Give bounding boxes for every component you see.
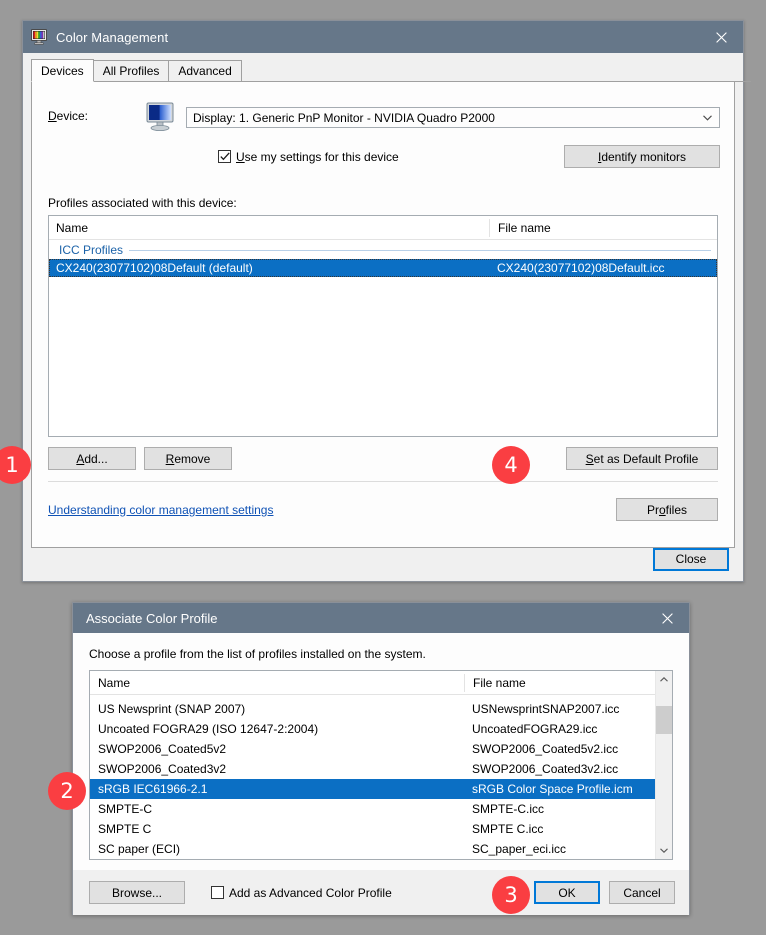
- profile-name: SMPTE-C: [98, 802, 152, 816]
- profile-name: sRGB IEC61966-2.1: [98, 782, 208, 796]
- list-item[interactable]: SC paper (ECI) SC_paper_eci.icc: [90, 839, 655, 859]
- identify-monitors-button[interactable]: Identify monitors: [564, 145, 720, 168]
- close-icon[interactable]: [699, 21, 743, 53]
- dialog-body: Choose a profile from the list of profil…: [73, 633, 689, 870]
- remove-button[interactable]: Remove: [144, 447, 232, 470]
- profile-actions-row: Add... Remove Set as Default Profile: [32, 437, 734, 470]
- profile-name: SWOP2006_Coated5v2: [98, 742, 227, 756]
- list-item-selected[interactable]: sRGB IEC61966-2.1 sRGB Color Space Profi…: [90, 779, 655, 799]
- help-row: Understanding color management settings …: [32, 482, 734, 521]
- column-header-file[interactable]: File name: [489, 218, 717, 237]
- chevron-up-icon[interactable]: [656, 671, 673, 688]
- add-button[interactable]: Add...: [48, 447, 136, 470]
- associated-profiles-list[interactable]: Name File name ICC Profiles CX240(230771…: [48, 215, 718, 437]
- profile-file: USNewsprintSNAP2007.icc: [472, 702, 620, 716]
- group-header-icc-profiles: ICC Profiles: [49, 240, 717, 259]
- profile-name: SC paper (ECI): [98, 842, 181, 856]
- advanced-profile-checkbox[interactable]: [211, 886, 224, 899]
- dialog-title: Associate Color Profile: [86, 610, 218, 626]
- profile-name: SWOP2006_Coated3v2: [98, 762, 227, 776]
- profile-file: sRGB Color Space Profile.icm: [472, 782, 633, 796]
- list-item[interactable]: SWOP2006_Coated3v2 SWOP2006_Coated3v2.ic…: [90, 759, 655, 779]
- profile-name: US Newsprint (SNAP 2007): [98, 702, 246, 716]
- list-rows: US Newsprint (SNAP 2007) USNewsprintSNAP…: [90, 695, 655, 859]
- column-header-name[interactable]: Name: [49, 221, 489, 235]
- profiles-button[interactable]: Pr o files: [616, 498, 718, 521]
- window-title: Color Management: [56, 29, 169, 45]
- tab-all-profiles[interactable]: All Profiles: [92, 60, 170, 82]
- use-settings-row: Use my settings for this device Identify…: [32, 137, 734, 168]
- profile-file: UncoatedFOGRA29.icc: [472, 722, 598, 736]
- checkmark-icon: [219, 152, 230, 161]
- profile-file: SC_paper_eci.icc: [472, 842, 567, 856]
- close-icon[interactable]: [645, 602, 689, 634]
- table-row[interactable]: CX240(23077102)08Default (default) CX240…: [49, 259, 717, 277]
- ok-button[interactable]: OK: [534, 881, 600, 904]
- window-footer: Close: [23, 537, 743, 581]
- group-divider: [129, 249, 711, 251]
- scrollbar-track[interactable]: [655, 688, 672, 842]
- column-header-name[interactable]: Name: [90, 676, 464, 690]
- use-my-settings-label: Use my settings for this device: [236, 149, 399, 164]
- profile-file: CX240(23077102)08Default.icc: [497, 261, 665, 275]
- profile-name: CX240(23077102)08Default (default): [56, 261, 253, 275]
- close-button[interactable]: Close: [653, 547, 729, 571]
- device-select-value: Display: 1. Generic PnP Monitor - NVIDIA…: [193, 110, 495, 125]
- profile-name: SMPTE C: [98, 822, 152, 836]
- chevron-down-icon[interactable]: [656, 842, 673, 859]
- step-badge-3: 3: [492, 876, 530, 914]
- monitor-icon: [144, 100, 186, 137]
- list-item[interactable]: SMPTE C SMPTE C.icc: [90, 819, 655, 839]
- step-badge-4: 4: [492, 446, 530, 484]
- profile-list[interactable]: Name File name US Newsprint (SNAP 2007) …: [89, 670, 673, 860]
- tab-advanced[interactable]: Advanced: [168, 60, 242, 82]
- list-item[interactable]: SWOP2006_Coated5v2 SWOP2006_Coated5v2.ic…: [90, 739, 655, 759]
- device-select[interactable]: Display: 1. Generic PnP Monitor - NVIDIA…: [186, 107, 720, 128]
- advanced-profile-label: Add as Advanced Color Profile: [229, 885, 392, 900]
- list-item[interactable]: SMPTE-C SMPTE-C.icc: [90, 799, 655, 819]
- profile-file: SWOP2006_Coated3v2.icc: [472, 762, 619, 776]
- list-item[interactable]: Uncoated FOGRA29 (ISO 12647-2:2004) Unco…: [90, 719, 655, 739]
- set-as-default-profile-button[interactable]: Set as Default Profile: [566, 447, 718, 470]
- tab-strip: Devices All Profiles Advanced: [31, 59, 751, 82]
- window-titlebar: Color Management: [23, 21, 743, 53]
- device-label: Device:: [48, 109, 89, 123]
- associate-color-profile-dialog: Associate Color Profile Choose a profile…: [72, 602, 690, 915]
- vertical-scrollbar[interactable]: [655, 671, 672, 859]
- profiles-label: Profiles associated with this device:: [48, 196, 237, 210]
- cancel-button[interactable]: Cancel: [609, 881, 675, 904]
- chevron-down-icon: [701, 113, 719, 123]
- help-link[interactable]: Understanding color management settings: [48, 503, 273, 517]
- color-management-window: Color Management Devices All Profiles Ad…: [22, 20, 751, 582]
- tab-devices[interactable]: Devices: [31, 59, 94, 82]
- profile-file: SMPTE-C.icc: [472, 802, 544, 816]
- profile-file: SWOP2006_Coated5v2.icc: [472, 742, 619, 756]
- profile-file: SMPTE C.icc: [472, 822, 544, 836]
- dialog-footer: Browse... Add as Advanced Color Profile …: [73, 870, 689, 915]
- device-row: Device: Display: 1. Generic PnP Monitor …: [32, 82, 734, 137]
- dialog-prompt: Choose a profile from the list of profil…: [89, 647, 426, 661]
- list-item[interactable]: US Newsprint (SNAP 2007) USNewsprintSNAP…: [90, 699, 655, 719]
- scrollbar-thumb[interactable]: [655, 706, 672, 734]
- profile-name: Uncoated FOGRA29 (ISO 12647-2:2004): [98, 722, 319, 736]
- step-badge-2: 2: [48, 772, 86, 810]
- list-header: Name File name: [49, 216, 717, 240]
- use-my-settings-checkbox[interactable]: [218, 150, 231, 163]
- list-header: Name File name: [90, 671, 655, 695]
- devices-tab-panel: Device: Display: 1. Generic PnP Monitor …: [31, 82, 735, 548]
- advanced-profile-checkbox-row[interactable]: Add as Advanced Color Profile: [211, 886, 392, 900]
- browse-button[interactable]: Browse...: [89, 881, 185, 904]
- dialog-titlebar: Associate Color Profile: [73, 603, 689, 633]
- color-monitor-icon: [31, 29, 48, 45]
- column-header-file[interactable]: File name: [464, 673, 655, 692]
